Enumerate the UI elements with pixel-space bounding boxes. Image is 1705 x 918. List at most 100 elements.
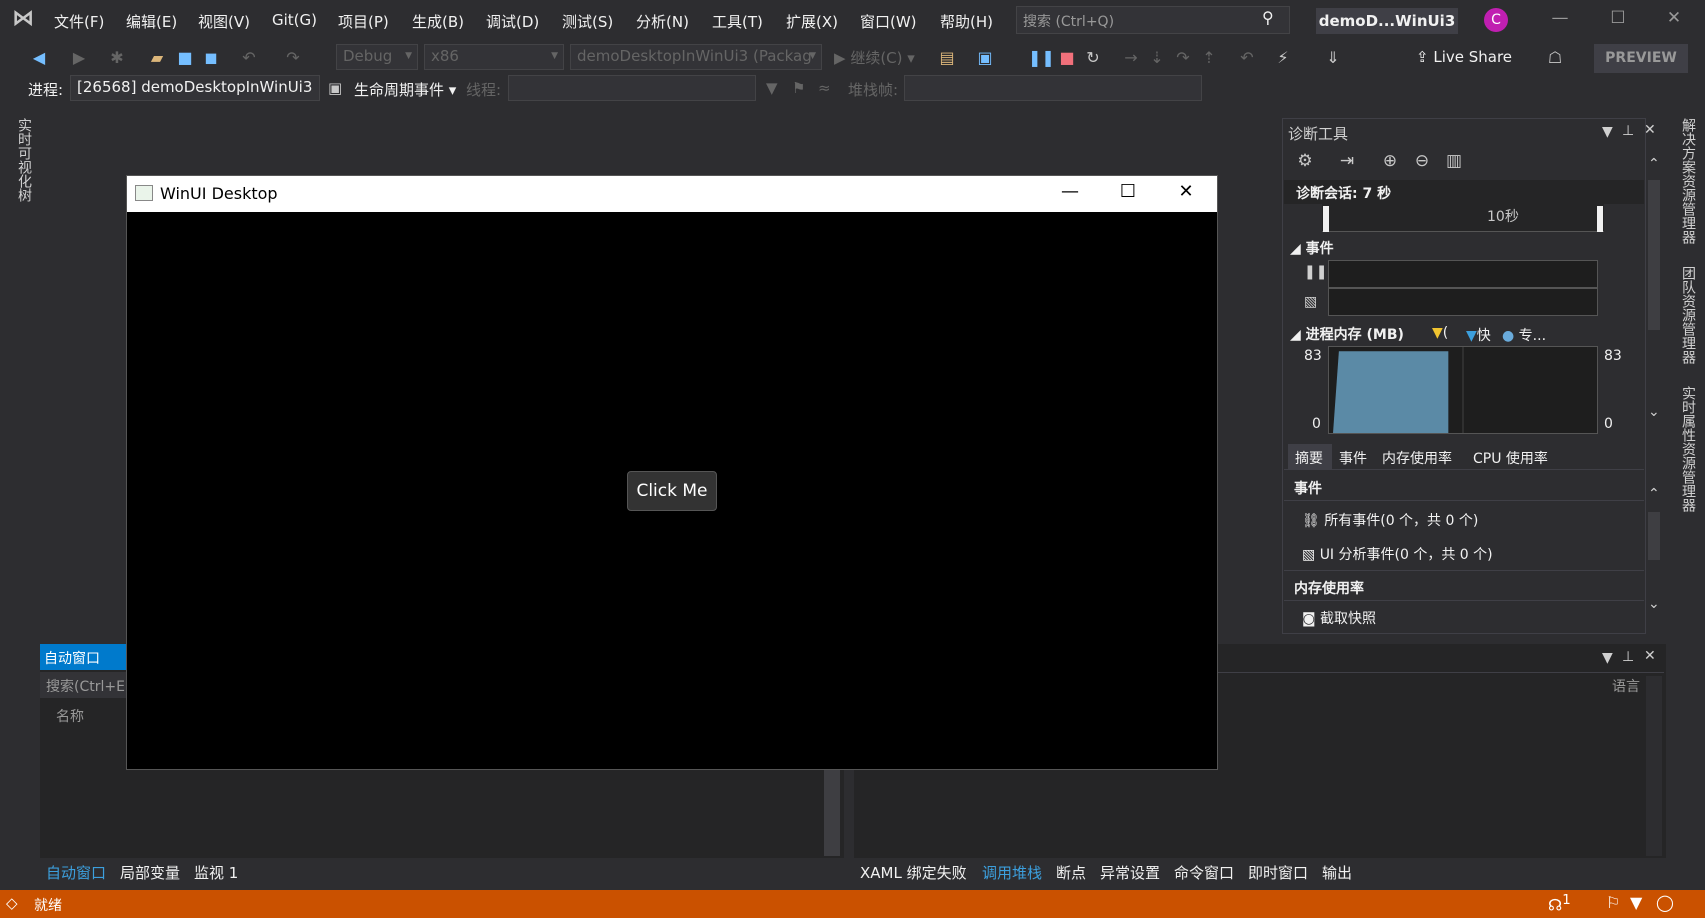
hot-reload-icon[interactable]: ⚡ [1272,47,1294,69]
ui-analysis-events-link[interactable]: ▧ UI 分析事件(0 个，共 0 个) [1302,544,1493,564]
configuration-select[interactable]: Debug ▼ [336,44,418,70]
tab-breakpoints[interactable]: 断点 [1056,862,1086,883]
step-out-icon[interactable]: ⇡ [1198,47,1220,69]
export-icon[interactable]: ⇥ [1335,151,1359,175]
close-icon[interactable]: ✕ [1659,8,1689,32]
notifications-icon[interactable]: ☊1 [1548,893,1571,914]
lifecycle-events-button[interactable]: 生命周期事件 ▾ [354,79,456,100]
menu-view[interactable]: 视图(V) [198,11,250,32]
show-next-statement-icon[interactable]: → [1120,47,1142,69]
show-threads-icon[interactable]: ≈ [818,79,831,97]
filter-icon[interactable]: ▼ [766,79,778,97]
stop-icon[interactable]: ■ [1056,47,1078,69]
take-snapshot-button[interactable]: ◙ 截取快照 [1302,608,1376,628]
avatar[interactable]: C [1484,8,1508,32]
live-share-status-icon[interactable]: ◯ [1656,893,1674,912]
search-icon[interactable]: ⚲ [1262,8,1274,27]
menu-analyze[interactable]: 分析(N) [636,11,689,32]
chart-options-icon[interactable]: ▥ [1442,151,1466,175]
scroll-up-icon[interactable]: ⌃ [1648,156,1660,172]
step-into-icon[interactable]: ⇣ [1146,47,1168,69]
menu-debug[interactable]: 调试(D) [486,11,539,32]
menu-extensions[interactable]: 扩展(X) [786,11,838,32]
undo-icon[interactable]: ↶ [238,47,260,69]
navigate-forward-icon[interactable]: ▶ [68,47,90,69]
tab-events[interactable]: 事件 [1339,448,1367,468]
call-stack-scrollbar[interactable] [1646,676,1662,856]
screenshot-icon[interactable]: ▣ [974,47,996,69]
tab-exception-settings[interactable]: 异常设置 [1100,862,1160,883]
events-section-header[interactable]: ◢ 事件 [1290,238,1334,258]
pause-icon[interactable]: ❚❚ [1028,47,1055,69]
vue-extension-icon[interactable]: ▼ [1630,893,1642,912]
restart-icon[interactable]: ↻ [1082,47,1104,69]
maximize-icon[interactable]: ☐ [1603,8,1633,32]
toolbar-options-icon[interactable]: ⇓ [1322,47,1344,69]
stack-frame-select[interactable] [904,75,1202,101]
process-select[interactable]: [26568] demoDesktopInWinUi3 [70,75,320,101]
settings-gear-icon[interactable]: ⚙ [1293,151,1317,175]
platform-select[interactable]: x86 ▼ [424,44,564,70]
timeline-end-handle[interactable] [1597,206,1603,232]
timeline-start-handle[interactable] [1323,206,1329,232]
solution-explorer-tab[interactable]: 解决方案资源管理器 [1672,118,1698,244]
panel-menu-icon[interactable]: ▼ [1602,650,1613,666]
find-in-files-icon[interactable]: ▤ [936,47,958,69]
navigate-back-icon[interactable]: ◀ [28,47,50,69]
tab-memory-usage[interactable]: 内存使用率 [1382,448,1452,468]
tab-cpu-usage[interactable]: CPU 使用率 [1473,448,1548,468]
app-minimize-icon[interactable]: — [1050,181,1090,207]
continue-button[interactable]: ▶ 继续(C) ▾ [834,47,915,68]
thread-select[interactable] [508,75,756,101]
memory-section-header[interactable]: ◢ 进程内存 (MB) [1290,324,1404,344]
menu-tools[interactable]: 工具(T) [712,11,763,32]
tab-output[interactable]: 输出 [1322,862,1352,883]
pin-icon[interactable]: ⊥ [1622,649,1634,665]
panel-close-icon[interactable]: ✕ [1644,648,1656,664]
zoom-in-icon[interactable]: ⊕ [1378,151,1402,175]
step-over-icon[interactable]: ↷ [1172,47,1194,69]
feedback-icon[interactable]: ☖ [1544,47,1566,69]
app-close-icon[interactable]: ✕ [1166,181,1206,207]
timeline-ruler[interactable] [1322,204,1604,232]
startup-project-select[interactable]: demoDesktopInWinUi3 (Packag ▼ [570,44,822,70]
menu-build[interactable]: 生成(B) [412,11,464,32]
open-folder-icon[interactable]: ▰ [146,47,168,69]
scroll-down-icon[interactable]: ⌄ [1648,404,1660,420]
diag-scroll-thumb-top[interactable] [1648,180,1660,330]
panel-menu-icon[interactable]: ▼ [1602,124,1613,140]
global-search-input[interactable]: 搜索 (Ctrl+Q) [1016,6,1290,34]
app-maximize-icon[interactable]: ☐ [1108,181,1148,207]
live-share-button[interactable]: ⇪ Live Share [1416,48,1512,66]
tab-immediate-window[interactable]: 即时窗口 [1248,862,1308,883]
menu-project[interactable]: 项目(P) [338,11,389,32]
tab-watch-1[interactable]: 监视 1 [194,862,238,883]
autos-tab-header[interactable]: 自动窗口 [40,644,128,670]
git-changes-icon[interactable]: ⚐ [1606,893,1620,912]
diag-scroll-thumb-bottom[interactable] [1648,512,1660,560]
revert-icon[interactable]: ↶ [1236,47,1258,69]
live-visual-tree-tab[interactable]: 实时可视化树 [8,118,34,202]
scroll-down-icon[interactable]: ⌄ [1648,596,1660,612]
menu-file[interactable]: 文件(F) [54,11,104,32]
zoom-out-icon[interactable]: ⊖ [1410,151,1434,175]
menu-edit[interactable]: 编辑(E) [126,11,177,32]
menu-test[interactable]: 测试(S) [562,11,613,32]
save-icon[interactable]: ■ [174,47,196,69]
tab-summary[interactable]: 摘要 [1295,448,1323,468]
save-all-icon[interactable]: ◼ [200,47,222,69]
menu-help[interactable]: 帮助(H) [940,11,993,32]
minimize-icon[interactable]: — [1545,8,1575,32]
all-events-link[interactable]: ⛓ 所有事件(0 个，共 0 个) [1302,510,1478,530]
pin-icon[interactable]: ⊥ [1622,123,1634,139]
menu-window[interactable]: 窗口(W) [860,11,917,32]
filter-flag-icon[interactable]: ⚑ [792,79,805,97]
preview-badge[interactable]: PREVIEW [1594,44,1688,73]
click-me-button[interactable]: Click Me [627,471,717,511]
redo-icon[interactable]: ↷ [282,47,304,69]
tab-autos[interactable]: 自动窗口 [46,862,106,883]
live-property-explorer-tab[interactable]: 实时属性资源管理器 [1672,386,1698,512]
scroll-up-icon[interactable]: ⌃ [1648,486,1660,502]
new-project-icon[interactable]: ✱ [106,47,128,69]
tab-call-stack[interactable]: 调用堆栈 [982,862,1042,883]
